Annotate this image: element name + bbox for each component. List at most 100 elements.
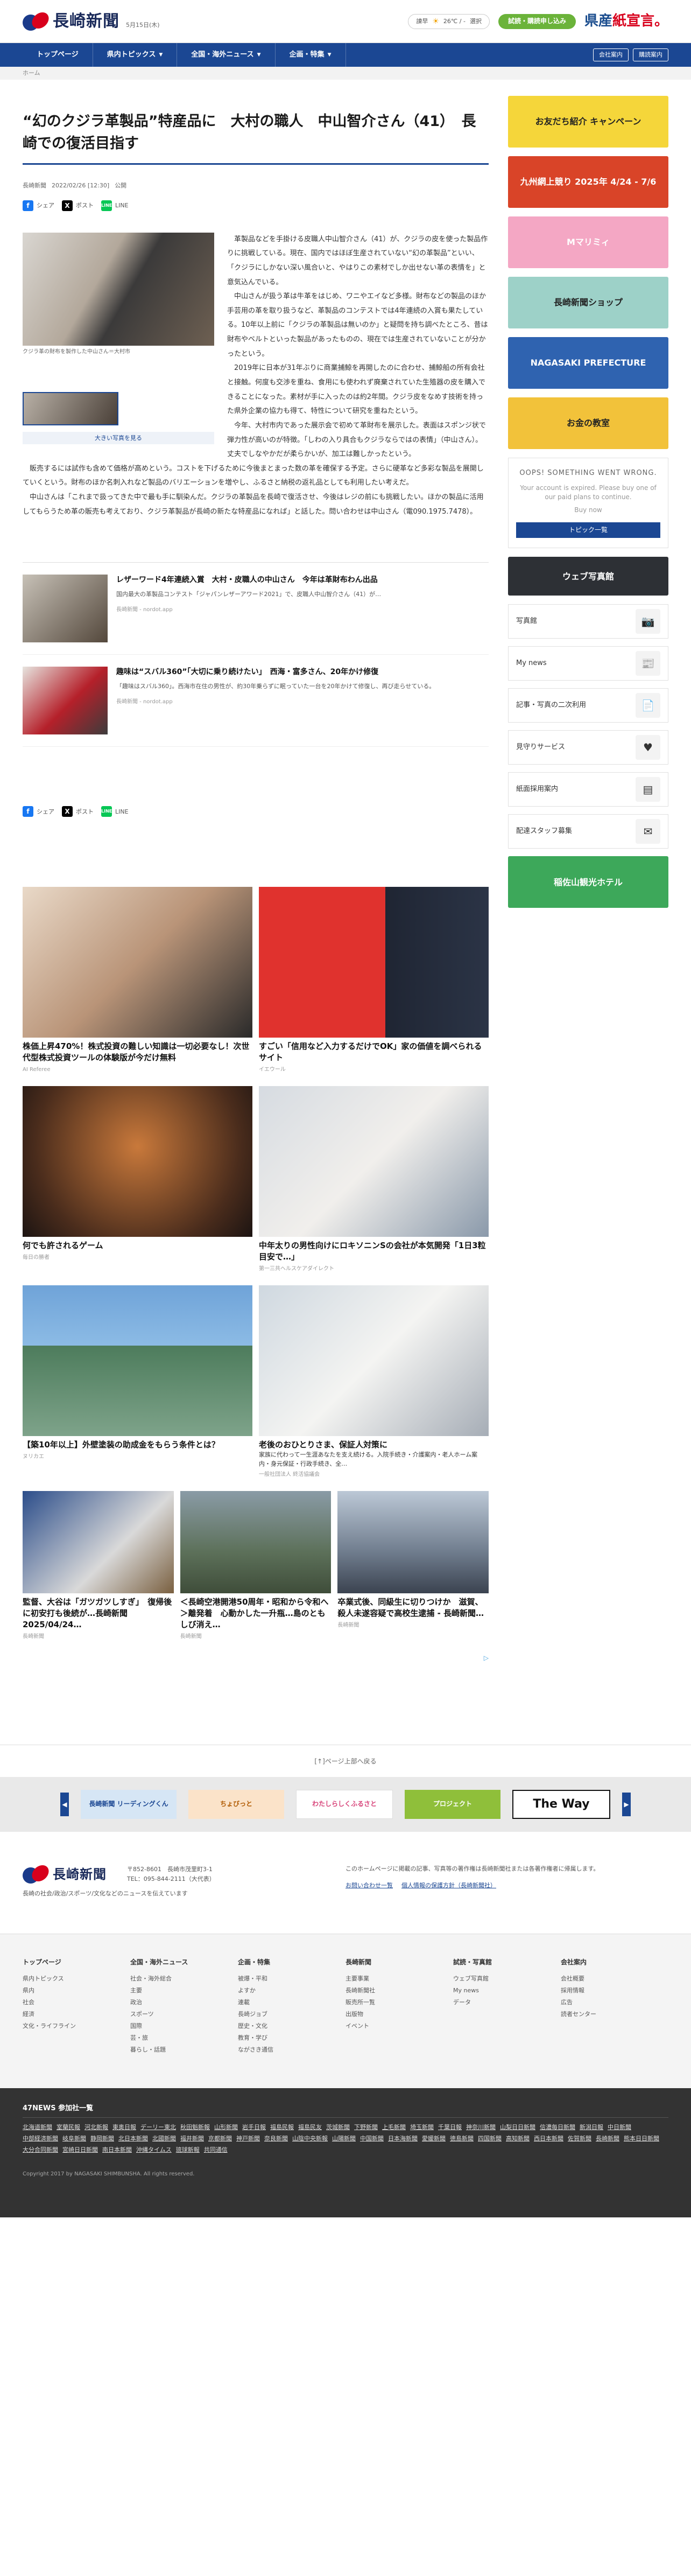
sitemap-link[interactable]: 出版物 [346,2008,453,2020]
sitemap-heading[interactable]: 試読・写真館 [453,1956,561,1969]
sitemap-link[interactable]: 暮らし・話題 [130,2044,238,2056]
privacy-link[interactable]: 個人情報の保護方針（長崎新聞社） [401,1881,496,1891]
partner-link[interactable]: 京都新聞 [208,2133,232,2145]
partner-link[interactable]: 神戸新聞 [236,2133,260,2145]
sitemap-heading[interactable]: 企画・特集 [238,1956,346,1969]
related-item[interactable]: 趣味は“スバル360”「大切に乗り続けたい」 西海・富多さん、20年かけ修復 「… [23,655,489,747]
sitemap-link[interactable]: 連載 [238,1997,346,2008]
sidebar-banner[interactable]: お友だち紹介 キャンペーン [508,96,668,148]
share-facebook-button[interactable]: f シェア [23,200,54,211]
sitemap-link[interactable]: 政治 [130,1997,238,2008]
partner-link[interactable]: 中国新聞 [360,2133,384,2145]
nav-top[interactable]: トップページ [23,43,93,67]
share-x-button[interactable]: X ポスト [62,200,94,211]
partner-link[interactable]: 上毛新聞 [382,2122,406,2133]
sitemap-link[interactable]: ウェブ写真館 [453,1973,561,1985]
sitemap-link[interactable]: 長崎新聞社 [346,1985,453,1997]
article-photo[interactable] [23,232,214,346]
sitemap-heading[interactable]: 全国・海外ニュース [130,1956,238,1969]
partner-link[interactable]: 秋田魁新報 [180,2122,210,2133]
partner-link[interactable]: 室蘭民報 [57,2122,80,2133]
subscribe-button[interactable]: 試読・購読申し込み [498,14,576,29]
share-x-button[interactable]: X ポスト [62,806,94,817]
nav-local-topics[interactable]: 県内トピックス ▼ [93,43,178,67]
weather-select-button[interactable]: 選択 [470,17,482,26]
sidebar-banner[interactable]: ウェブ写真館 [508,557,668,596]
service-delivery-staff[interactable]: 配達スタッフ募集 ✉ [508,814,668,849]
sponsored-item[interactable]: 【築10年以上】外壁塗装の助成金をもらう条件とは？ ヌリカエ [23,1285,252,1479]
photo-thumbnail[interactable] [23,391,118,425]
sitemap-link[interactable]: 会社概要 [561,1973,668,1985]
carousel-banner[interactable]: わたしらしくふるさと [296,1789,393,1819]
weather-widget[interactable]: 諫早 ☀ 26℃ / - 選択 [408,13,490,30]
partner-link[interactable]: 共同通信 [204,2145,228,2156]
partner-link[interactable]: 山形新聞 [214,2122,238,2133]
sponsored-item[interactable]: 卒業式後、同級生に切りつけか 滋賀、殺人未遂容疑で高校生逮捕 - 長崎新聞… 長… [337,1491,489,1641]
sidebar-banner[interactable]: NAGASAKI PREFECTURE [508,337,668,389]
partner-link[interactable]: 千葉日報 [438,2122,462,2133]
service-watch[interactable]: 見守りサービス ♥ [508,730,668,765]
sponsored-item[interactable]: 老後のおひとりさま、保証人対策に 家族に代わって一生涯あなたを支え続ける。入院手… [259,1285,489,1479]
sidebar-banner[interactable]: 九州網上競り 2025年 4/24 - 7/6 [508,156,668,208]
partner-link[interactable]: 琉球新報 [176,2145,200,2156]
partner-link[interactable]: 南日本新聞 [102,2145,132,2156]
carousel-prev-icon[interactable]: ◀ [60,1792,69,1816]
sponsored-item[interactable]: 中年太りの男性向けにロキソニンSの会社が本気開発「1日3粒目安で…」 第一三共ヘ… [259,1086,489,1273]
service-secondary-use[interactable]: 記事・写真の二次利用 📄 [508,688,668,723]
sitemap-link[interactable]: 販売所一覧 [346,1997,453,2008]
sponsored-item[interactable]: 監督、大谷は「ガツガツしすぎ」 復帰後に初安打も後続が…長崎新聞 2025/04… [23,1491,174,1641]
share-line-button[interactable]: LINE LINE [101,200,129,211]
partner-link[interactable]: 福島民報 [270,2122,294,2133]
sidebar-banner[interactable]: お金の教室 [508,397,668,449]
sitemap-link[interactable]: 読者センター [561,2008,668,2020]
carousel-banner[interactable]: The Way [512,1789,610,1819]
partner-link[interactable]: 北國新聞 [152,2133,176,2145]
nav-features[interactable]: 企画・特集 ▼ [276,43,346,67]
sponsored-item[interactable]: すごい「信用など入力するだけでOK」家の価値を調べられるサイト イエウール [259,887,489,1074]
partner-link[interactable]: 愛媛新聞 [422,2133,446,2145]
sitemap-heading[interactable]: 長崎新聞 [346,1956,453,1969]
sitemap-link[interactable]: 歴史・文化 [238,2020,346,2032]
related-item[interactable]: レザーワード4年連続入賞 大村・皮職人の中山さん 今年は革財布わん出品 国内最大… [23,563,489,655]
partner-link[interactable]: 福井新聞 [180,2133,204,2145]
partner-link[interactable]: 中日新聞 [608,2122,631,2133]
sitemap-heading[interactable]: トップページ [23,1956,130,1969]
partner-link[interactable]: 北海道新聞 [23,2122,52,2133]
partner-link[interactable]: 山陰中央新報 [292,2133,328,2145]
sitemap-link[interactable]: データ [453,1997,561,2008]
sitemap-link[interactable]: 主要 [130,1985,238,1997]
carousel-banner[interactable]: ちょびっと [188,1789,284,1819]
company-info-button[interactable]: 会社案内 [593,48,629,61]
sitemap-link[interactable]: 芸・旅 [130,2032,238,2044]
partner-link[interactable]: 宮崎日日新聞 [62,2145,98,2156]
partner-link[interactable]: 北日本新聞 [118,2133,148,2145]
partner-link[interactable]: 西日本新聞 [534,2133,563,2145]
kensan-banner[interactable]: 県産紙宣言。 [584,10,668,33]
sitemap-link[interactable]: 被爆・平和 [238,1973,346,1985]
partner-link[interactable]: 大分合同新聞 [23,2145,58,2156]
partner-link[interactable]: 東奥日報 [112,2122,136,2133]
partner-link[interactable]: 山陽新聞 [332,2133,356,2145]
sitemap-link[interactable]: 社会 [23,1997,130,2008]
partner-link[interactable]: 岐阜新聞 [62,2133,86,2145]
carousel-next-icon[interactable]: ▶ [622,1792,631,1816]
partner-link[interactable]: 静岡新聞 [90,2133,114,2145]
sidebar-banner[interactable]: 稲佐山観光ホテル [508,856,668,908]
service-photo-gallery[interactable]: 写真館 📷 [508,604,668,639]
partner-link[interactable]: 佐賀新聞 [568,2133,591,2145]
sitemap-link[interactable]: 県内 [23,1985,130,1997]
partner-link[interactable]: 新潟日報 [580,2122,603,2133]
service-paper-recruit[interactable]: 紙面採用案内 ▤ [508,772,668,807]
sponsored-item[interactable]: ＜長崎空港開港50周年・昭和から令和へ＞離発着 心動かした一升瓶…島のともしび消… [180,1491,332,1641]
sitemap-link[interactable]: 文化・ライフライン [23,2020,130,2032]
partner-link[interactable]: 高知新聞 [506,2133,530,2145]
partner-link[interactable]: 山梨日日新聞 [500,2122,535,2133]
partner-link[interactable]: 神奈川新聞 [466,2122,496,2133]
sitemap-link[interactable]: 長崎ジョブ [238,2008,346,2020]
partner-link[interactable]: 徳島新聞 [450,2133,474,2145]
partner-link[interactable]: 熊本日日新聞 [624,2133,659,2145]
sitemap-link[interactable]: 国際 [130,2020,238,2032]
carousel-banner[interactable]: 長崎新聞 リーディングくん [81,1789,177,1819]
sitemap-link[interactable]: スポーツ [130,2008,238,2020]
sitemap-link[interactable]: My news [453,1985,561,1997]
